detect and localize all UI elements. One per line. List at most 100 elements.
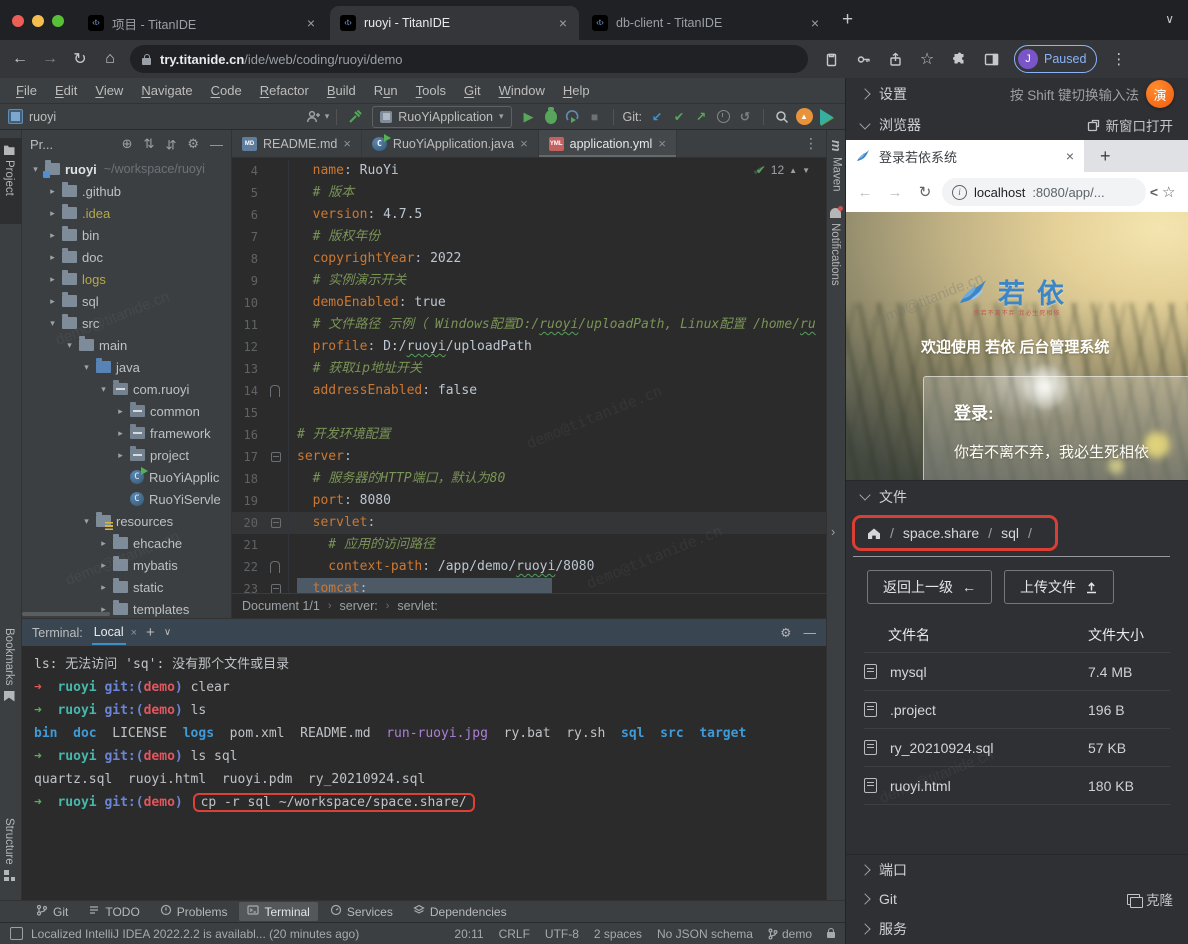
menu-git[interactable]: Git (455, 83, 490, 98)
chevron-open-icon[interactable]: ▾ (96, 384, 111, 395)
tree-item-ehcache[interactable]: ▸ehcache (22, 532, 231, 554)
breadcrumb-space-share[interactable]: space.share (903, 525, 979, 541)
toolwindow-terminal[interactable]: Terminal (239, 902, 317, 921)
tab-close-icon[interactable]: × (520, 136, 528, 151)
next-problem-icon[interactable]: ▼ (802, 166, 810, 175)
chevron-open-icon[interactable]: ▾ (62, 340, 77, 351)
embedded-forward-icon[interactable]: → (882, 184, 908, 201)
tree-item-static[interactable]: ▸static (22, 576, 231, 598)
chevron-closed-icon[interactable]: ▸ (45, 186, 60, 197)
home-icon[interactable]: ⌂ (96, 45, 124, 73)
chevron-closed-icon[interactable]: ▸ (113, 406, 128, 417)
terminal-settings-gear-icon[interactable]: ⚙ (780, 625, 791, 640)
tree-item-main[interactable]: ▾main (22, 334, 231, 356)
tree-hscrollbar[interactable] (22, 612, 110, 616)
terminal-tab-local[interactable]: Local (92, 621, 126, 645)
toolwindow-todo[interactable]: TODO (80, 902, 147, 921)
locate-file-icon[interactable]: ⊕ (122, 136, 133, 152)
file-row[interactable]: ruoyi.html180 KB (864, 766, 1170, 805)
back-icon[interactable]: ← (6, 45, 34, 73)
embedded-tab-close-icon[interactable]: × (1066, 148, 1074, 164)
bookmark-star-icon[interactable]: ☆ (914, 46, 940, 72)
fold-marker-icon[interactable] (271, 452, 281, 462)
fold-region-icon[interactable] (270, 561, 280, 573)
tree-item-com-ruoyi[interactable]: ▾com.ruoyi (22, 378, 231, 400)
menu-tools[interactable]: Tools (407, 83, 455, 98)
editor-tab[interactable]: CRuoYiApplication.java× (362, 130, 539, 157)
toolwindow-git[interactable]: Git (28, 902, 76, 921)
tab-close-icon[interactable]: × (305, 15, 317, 31)
site-info-icon[interactable]: i (952, 185, 967, 200)
add-user-icon[interactable] (303, 107, 325, 127)
menu-help[interactable]: Help (554, 83, 599, 98)
tree-item-java[interactable]: ▾java (22, 356, 231, 378)
maximize-window-icon[interactable] (52, 15, 64, 27)
debug-button[interactable] (540, 107, 562, 127)
section-files[interactable]: 文件 (846, 480, 1188, 512)
tab-search-icon[interactable]: ∨ (1165, 12, 1174, 26)
menu-code[interactable]: Code (202, 83, 251, 98)
clipboard-icon[interactable] (818, 46, 844, 72)
editor-tabs-menu-icon[interactable]: ⋮ (796, 130, 826, 157)
tree-item-framework[interactable]: ▸framework (22, 422, 231, 444)
home-icon[interactable] (867, 527, 881, 540)
git-commit-icon[interactable]: ✔ (668, 107, 690, 127)
section-ports[interactable]: 端口 (846, 854, 1188, 884)
tree-item-mybatis[interactable]: ▸mybatis (22, 554, 231, 576)
terminal-output[interactable]: ls: 无法访问 'sq': 没有那个文件或目录➜ ruoyi git:(dem… (22, 646, 826, 900)
section-git[interactable]: Git 克隆 (846, 884, 1188, 914)
tree-item-src[interactable]: ▾src (22, 312, 231, 334)
status-item[interactable]: UTF-8 (545, 927, 579, 941)
git-update-icon[interactable]: ↙ (646, 107, 668, 127)
tab-close-icon[interactable]: × (809, 15, 821, 31)
profile-button[interactable]: J Paused (1014, 45, 1097, 73)
fold-marker-icon[interactable] (271, 584, 281, 593)
status-item[interactable]: 2 spaces (594, 927, 642, 941)
tree-item-ruoyiservle[interactable]: CRuoYiServle (22, 488, 231, 510)
embedded-new-tab-icon[interactable]: + (1100, 146, 1111, 167)
tree-item-common[interactable]: ▸common (22, 400, 231, 422)
tree-item-ruoyiapplic[interactable]: CRuoYiApplic (22, 466, 231, 488)
open-new-window-button[interactable]: 新窗口打开 (1087, 115, 1174, 135)
panel-settings-gear-icon[interactable]: ⚙ (187, 136, 199, 152)
chevron-open-icon[interactable]: ▾ (45, 318, 60, 329)
breadcrumb-sql[interactable]: sql (1001, 525, 1019, 541)
demo-badge[interactable]: 演 (1146, 80, 1174, 108)
collapse-all-icon[interactable]: ⇅ (165, 136, 176, 152)
chevron-closed-icon[interactable]: ▸ (113, 428, 128, 439)
chevron-closed-icon[interactable]: ▸ (45, 274, 60, 285)
share-icon[interactable] (882, 46, 908, 72)
hide-panel-icon[interactable]: — (210, 137, 223, 152)
status-message[interactable]: Localized IntelliJ IDEA 2022.2.2 is avai… (31, 927, 359, 941)
chevron-closed-icon[interactable]: ▸ (45, 208, 60, 219)
extensions-icon[interactable] (946, 46, 972, 72)
update-available-icon[interactable]: ▲ (793, 107, 815, 127)
menu-navigate[interactable]: Navigate (132, 83, 201, 98)
build-hammer-icon[interactable] (344, 107, 366, 127)
password-key-icon[interactable] (850, 46, 876, 72)
tree-item-ruoyi[interactable]: ▾ruoyi~/workspace/ruoyi (22, 158, 231, 180)
toolstrip-bookmarks[interactable]: Bookmarks (3, 628, 15, 702)
new-tab-button[interactable]: + (842, 9, 853, 31)
menu-file[interactable]: File (7, 83, 46, 98)
section-services[interactable]: 服务 (846, 914, 1188, 944)
terminal-dropdown-icon[interactable]: ∨ (164, 627, 171, 638)
toolwindow-dependencies[interactable]: Dependencies (405, 902, 515, 921)
menu-window[interactable]: Window (490, 83, 554, 98)
history-clock-icon[interactable] (712, 107, 734, 127)
splitter-expand-icon[interactable]: › (831, 524, 835, 539)
user-dropdown-icon[interactable]: ▾ (325, 111, 330, 122)
section-browser[interactable]: 浏览器 新窗口打开 (846, 110, 1188, 140)
toolstrip-project[interactable]: Project (3, 144, 15, 196)
menu-build[interactable]: Build (318, 83, 365, 98)
browser-tab[interactable]: ‹t›项目 - TitanIDE× (78, 6, 327, 40)
code-area[interactable]: 4 name: RuoYi5 # 版本6 version: 4.7.57 # 版… (232, 158, 826, 593)
toolwindow-problems[interactable]: Problems (152, 902, 236, 921)
file-row[interactable]: .project196 B (864, 690, 1170, 728)
breadcrumb-server[interactable]: server: (340, 599, 378, 613)
toolstrip-notifications[interactable]: Notifications (829, 208, 841, 286)
chevron-open-icon[interactable]: ▾ (79, 516, 94, 527)
tab-close-icon[interactable]: × (658, 136, 666, 151)
tree-item-logs[interactable]: ▸logs (22, 268, 231, 290)
menu-refactor[interactable]: Refactor (251, 83, 318, 98)
